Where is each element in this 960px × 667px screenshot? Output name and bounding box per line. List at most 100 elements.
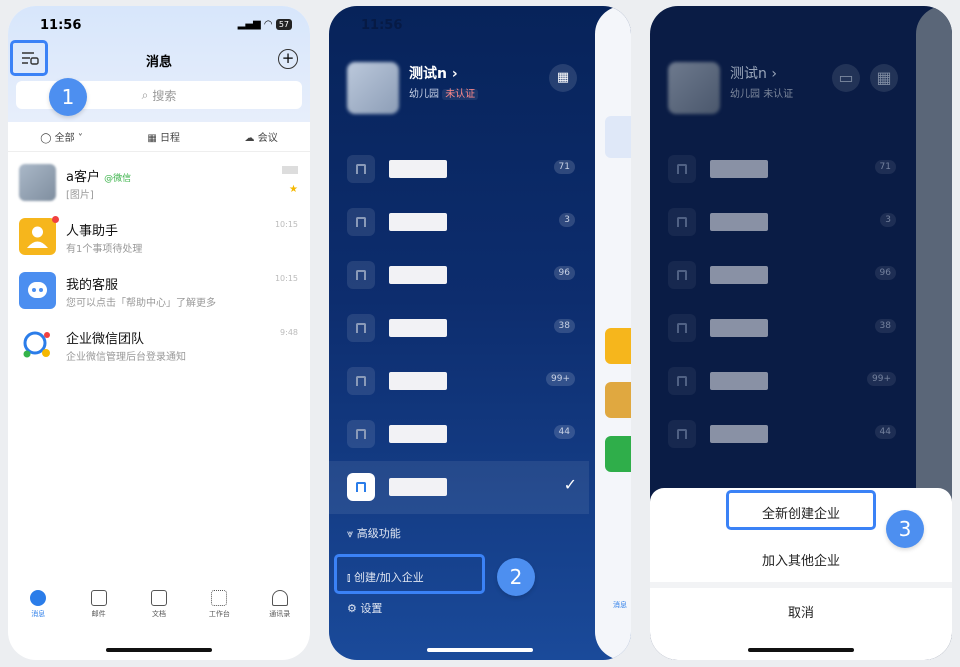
callout-3: 3 xyxy=(886,510,924,548)
chat-preview: 您可以点击「帮助中心」了解更多 xyxy=(66,298,216,309)
support-avatar xyxy=(19,272,56,309)
building-icon xyxy=(347,155,375,183)
building-icon xyxy=(347,367,375,395)
unread-count: 96 xyxy=(874,266,896,280)
unread-count: 99+ xyxy=(867,372,896,386)
filter-meeting[interactable]: ☁ 会议 xyxy=(245,129,278,144)
screen-icon: ▭ xyxy=(832,64,860,92)
unread-count: 99+ xyxy=(546,372,575,386)
phone-create-sheet: 测试n › 幼儿园 未认证 ▭ ▦ 71 3 96 38 99+ 44 全新创建… xyxy=(650,6,952,660)
unread-count: 38 xyxy=(874,319,896,333)
org-item: 71 xyxy=(650,143,910,196)
org-name-redacted xyxy=(710,213,768,231)
building-icon xyxy=(668,261,696,289)
highlight-box-3 xyxy=(726,490,876,530)
search-icon: ⌕ xyxy=(141,87,149,102)
chat-preview: 有1个事项待处理 xyxy=(66,244,143,255)
org-item: 3 xyxy=(650,196,910,249)
org-name-redacted xyxy=(710,266,768,284)
unread-count: 38 xyxy=(553,319,575,333)
org-item[interactable]: 3 xyxy=(329,196,589,249)
home-indicator xyxy=(106,648,212,652)
org-item: 44 xyxy=(650,408,910,461)
unread-count: 44 xyxy=(553,425,575,439)
docs-icon xyxy=(150,590,167,606)
user-name[interactable]: 测试n › xyxy=(409,63,458,83)
highlight-box-2 xyxy=(334,554,485,594)
unread-count: 44 xyxy=(874,425,896,439)
home-indicator xyxy=(427,648,533,652)
tab-contacts[interactable]: 通讯录 xyxy=(255,590,305,640)
building-icon xyxy=(347,261,375,289)
unverified-badge: 未认证 xyxy=(442,89,479,100)
chat-name: 企业微信团队 xyxy=(66,332,145,347)
chat-item[interactable]: 企业微信团队 企业微信管理后台登录通知 9:48 xyxy=(8,318,310,372)
org-item[interactable]: 44 xyxy=(329,408,589,461)
chat-item[interactable]: 人事助手 有1个事项待处理 10:15 xyxy=(8,210,310,264)
unread-count: 71 xyxy=(553,160,575,174)
org-name-redacted xyxy=(710,319,768,337)
org-name-redacted xyxy=(389,266,447,284)
org-name-redacted xyxy=(389,425,447,443)
messages-peek: 消息 xyxy=(595,6,631,660)
page-title: 消息 xyxy=(145,55,172,70)
user-avatar xyxy=(668,62,720,114)
add-icon[interactable]: + xyxy=(278,49,298,69)
star-icon: ★ xyxy=(289,184,298,195)
tab-messages[interactable]: 消息 xyxy=(13,590,63,640)
join-other-org-button[interactable]: 加入其他企业 xyxy=(650,550,952,569)
building-icon xyxy=(668,420,696,448)
unread-count: 96 xyxy=(553,266,575,280)
cancel-button[interactable]: 取消 xyxy=(650,602,952,621)
messages-icon xyxy=(30,590,47,606)
search-placeholder: 搜索 xyxy=(152,88,177,103)
chat-name: a客户 @微信 xyxy=(66,170,132,185)
tab-mail[interactable]: 邮件 xyxy=(74,590,124,640)
chat-preview: [图片] xyxy=(66,190,94,201)
hr-assistant-avatar xyxy=(19,218,56,255)
org-item[interactable]: 38 xyxy=(329,302,589,355)
phone-messages: 11:56 ▂▄▆ ◠ 57 消息 + ⌕ 搜索 1 ◯ 全部 ˅ ▦ 日程 ☁ … xyxy=(8,6,310,660)
org-item: 96 xyxy=(650,249,910,302)
building-icon xyxy=(347,314,375,342)
filter-all[interactable]: ◯ 全部 ˅ xyxy=(40,129,83,144)
phone-drawer: 消息 11:56 测试n › 幼儿园 未认证 ▦ 71 3 96 38 99+ … xyxy=(329,6,631,660)
chat-time: 9:48 xyxy=(280,328,298,337)
advanced-features[interactable]: ⩔ 高级功能 xyxy=(347,525,401,541)
org-line: 幼儿园 未认证 xyxy=(409,85,479,100)
org-name-redacted xyxy=(389,160,447,178)
peek-tab-label: 消息 xyxy=(613,601,627,609)
chat-item[interactable]: a客户 @微信 [图片] ★ xyxy=(8,156,310,210)
qr-code-icon[interactable]: ▦ xyxy=(549,64,577,92)
callout-2: 2 xyxy=(497,558,535,596)
filter-schedule[interactable]: ▦ 日程 xyxy=(147,129,180,144)
building-icon xyxy=(668,314,696,342)
unread-count: 3 xyxy=(880,213,896,227)
tab-workbench[interactable]: 工作台 xyxy=(194,590,244,640)
settings[interactable]: ⚙ 设置 xyxy=(347,600,382,616)
org-item-selected[interactable]: ✓ xyxy=(329,461,589,514)
check-icon: ✓ xyxy=(563,475,577,494)
org-item[interactable]: 96 xyxy=(329,249,589,302)
workbench-icon xyxy=(211,590,228,606)
unread-count: 3 xyxy=(559,213,575,227)
peek-banner xyxy=(605,116,631,158)
chat-item[interactable]: 我的客服 您可以点击「帮助中心」了解更多 10:15 xyxy=(8,264,310,318)
org-item[interactable]: 71 xyxy=(329,143,589,196)
org-name-redacted xyxy=(389,478,447,496)
org-item[interactable]: 99+ xyxy=(329,355,589,408)
peek-avatar xyxy=(605,328,631,364)
tab-bar: 消息 邮件 文档 工作台 通讯录 xyxy=(8,590,310,640)
building-icon xyxy=(347,473,375,501)
contacts-icon xyxy=(271,590,288,606)
advanced-icon: ⩔ xyxy=(347,527,354,540)
user-avatar[interactable] xyxy=(347,62,399,114)
org-item: 99+ xyxy=(650,355,910,408)
mail-icon xyxy=(90,590,107,606)
gear-icon: ⚙ xyxy=(347,602,357,615)
chat-preview: 企业微信管理后台登录通知 xyxy=(66,352,186,363)
wecom-team-avatar xyxy=(19,326,56,363)
tab-docs[interactable]: 文档 xyxy=(134,590,184,640)
peek-avatar xyxy=(605,382,631,418)
status-time: 11:56 xyxy=(361,18,403,33)
